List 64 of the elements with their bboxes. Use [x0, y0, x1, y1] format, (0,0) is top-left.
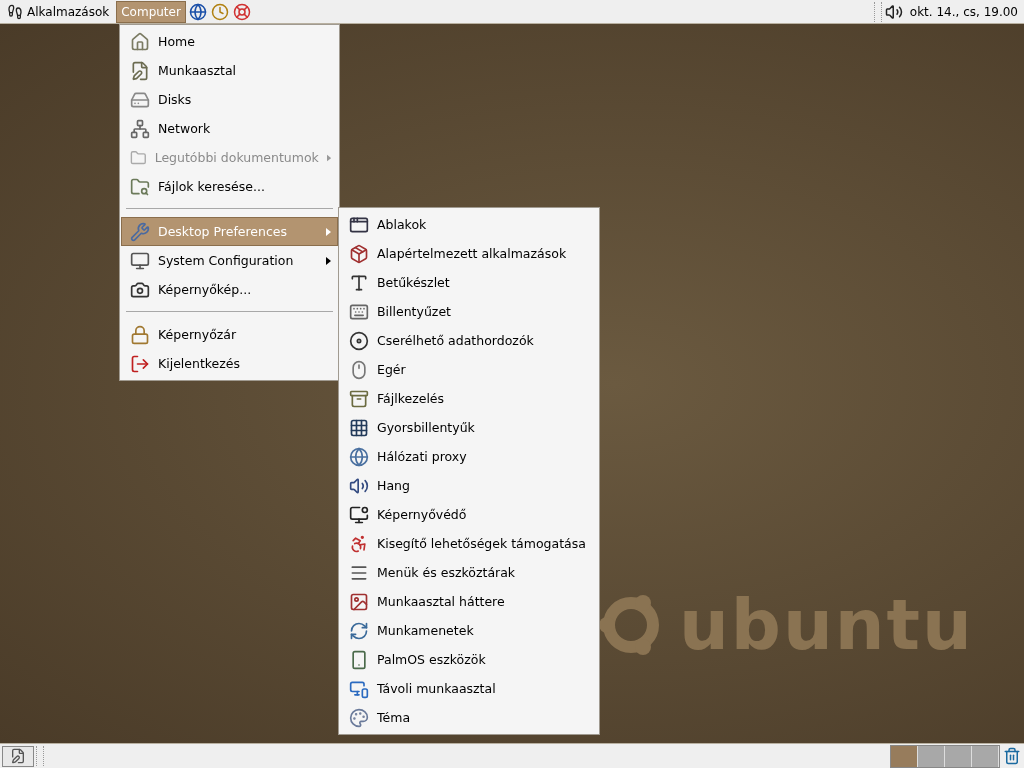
menu-item[interactable]: Billentyűzet	[340, 297, 598, 326]
menu-item[interactable]: Hang	[340, 471, 598, 500]
foot-icon	[7, 3, 23, 20]
menu-item[interactable]: Téma	[340, 703, 598, 732]
menu-item[interactable]: Cserélhető adathordozók	[340, 326, 598, 355]
menu-item-icon	[130, 324, 150, 345]
trash-icon[interactable]	[1002, 746, 1022, 766]
menu-item[interactable]: Alapértelmezett alkalmazások	[340, 239, 598, 268]
menu-item-icon	[349, 359, 369, 380]
menu-item-icon	[349, 707, 369, 728]
menu-item[interactable]: Home	[121, 27, 338, 56]
menu-item[interactable]: Disks	[121, 85, 338, 114]
menu-item-icon	[349, 475, 369, 496]
menu-item-icon	[349, 591, 369, 612]
menu-item[interactable]: Betűkészlet	[340, 268, 598, 297]
help-icon[interactable]	[231, 1, 252, 22]
workspace-switcher[interactable]	[890, 744, 1000, 768]
clock-icon[interactable]	[209, 1, 230, 22]
menu-item[interactable]: Kisegítő lehetőségek támogatása	[340, 529, 598, 558]
panel-menu[interactable]: Alkalmazások	[2, 0, 115, 23]
menu-item-icon	[349, 243, 369, 264]
menu-item[interactable]: Egér	[340, 355, 598, 384]
menu-item-icon	[349, 620, 369, 641]
menu-item-icon	[130, 221, 150, 242]
menu-item-icon	[349, 417, 369, 438]
menu-item[interactable]: Munkamenetek	[340, 616, 598, 645]
menu-item[interactable]: Fájlok keresése...	[121, 172, 338, 201]
menu-item[interactable]: Menük és eszköztárak	[340, 558, 598, 587]
workspace[interactable]	[972, 745, 999, 767]
menu-item[interactable]: Munkaasztal	[121, 56, 338, 85]
menu-item-icon	[130, 31, 150, 52]
show-desktop-button[interactable]	[2, 745, 34, 767]
menu-item-icon	[349, 330, 369, 351]
menu-item[interactable]: System Configuration	[121, 246, 338, 275]
menu-item[interactable]: Ablakok	[340, 210, 598, 239]
panel-handle[interactable]	[873, 1, 882, 22]
menu-item-icon	[349, 446, 369, 467]
clock[interactable]: okt. 14., cs, 19.00	[905, 4, 1022, 19]
menu-item[interactable]: Képernyővédő	[340, 500, 598, 529]
menu-item-icon	[349, 504, 369, 525]
menu-item[interactable]: PalmOS eszközök	[340, 645, 598, 674]
menu-item[interactable]: Kijelentkezés	[121, 349, 338, 378]
panel-handle[interactable]	[36, 746, 44, 766]
menu-item[interactable]: Gyorsbillentyűk	[340, 413, 598, 442]
globe-icon[interactable]	[187, 1, 208, 22]
desktop-icon	[10, 748, 26, 764]
workspace[interactable]	[918, 745, 945, 767]
menu-item-icon	[130, 353, 150, 374]
workspace[interactable]	[891, 745, 918, 767]
menu-item[interactable]: Képernyőkép...	[121, 275, 338, 304]
workspace[interactable]	[945, 745, 972, 767]
menu-item-icon	[130, 176, 150, 197]
menu-item-icon	[130, 118, 150, 139]
menu-item[interactable]: Távoli munkaasztal	[340, 674, 598, 703]
menu-item-icon	[349, 388, 369, 409]
menu-item-icon	[130, 250, 150, 271]
menu-item[interactable]: Network	[121, 114, 338, 143]
menu-item[interactable]: Munkaasztal háttere	[340, 587, 598, 616]
menu-item-icon	[349, 649, 369, 670]
menu-item-icon	[130, 60, 150, 81]
menu-item[interactable]: Hálózati proxy	[340, 442, 598, 471]
menu-item[interactable]: Képernyőzár	[121, 320, 338, 349]
menu-item-icon	[349, 533, 369, 554]
menu-item[interactable]: Fájlkezelés	[340, 384, 598, 413]
